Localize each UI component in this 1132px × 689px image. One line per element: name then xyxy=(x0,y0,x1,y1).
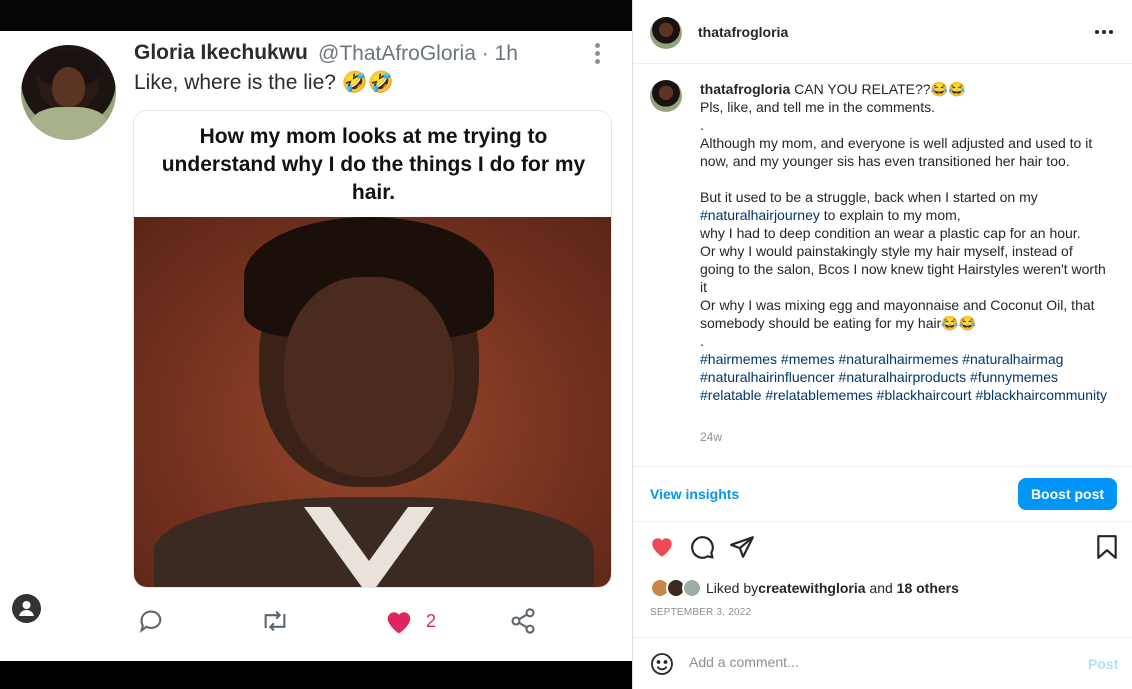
comment-icon[interactable] xyxy=(689,534,715,560)
share-icon xyxy=(509,603,537,639)
tweet-handle: @ThatAfroGloria · 1h xyxy=(318,42,518,65)
caption-line: Although my mom, and everyone is well ad… xyxy=(700,135,1093,169)
liked-by-others[interactable]: 18 others xyxy=(897,580,959,596)
liked-by-row: Liked by createwithgloria and 18 others xyxy=(650,577,959,599)
caption-line: Or why I would painstakingly style my ha… xyxy=(700,243,1106,295)
caption-line: . xyxy=(700,333,704,349)
liked-by-prefix: Liked by xyxy=(706,580,759,596)
like-heart-icon[interactable] xyxy=(649,534,675,560)
post-media: Gloria Ikechukwu @ThatAfroGloria · 1h Li… xyxy=(0,0,632,689)
comment-box: Post xyxy=(633,637,1132,689)
post-date: SEPTEMBER 3, 2022 xyxy=(650,607,752,618)
more-options-icon[interactable] xyxy=(1095,24,1115,40)
meme-photo xyxy=(134,217,611,587)
save-bookmark-icon[interactable] xyxy=(1095,534,1121,560)
view-insights-link[interactable]: View insights xyxy=(650,486,739,502)
liked-by-user[interactable]: createwithgloria xyxy=(758,580,865,596)
meme-image: How my mom looks at me trying to underst… xyxy=(133,110,612,588)
tweet-avatar xyxy=(21,45,116,140)
more-icon xyxy=(590,43,604,67)
tweet-text: Like, where is the lie? 🤣🤣 xyxy=(134,71,395,94)
tweet-screenshot: Gloria Ikechukwu @ThatAfroGloria · 1h Li… xyxy=(0,31,632,661)
comment-input[interactable] xyxy=(689,654,1049,670)
caption-line: why I had to deep condition an wear a pl… xyxy=(700,225,1081,241)
header-username[interactable]: thatafrogloria xyxy=(698,24,788,40)
screen: Gloria Ikechukwu @ThatAfroGloria · 1h Li… xyxy=(0,0,1132,689)
caption-line: But it used to be a struggle, back when … xyxy=(700,189,1038,205)
caption-line: Or why I was mixing egg and mayonnaise a… xyxy=(700,297,1095,331)
post-comment-button[interactable]: Post xyxy=(1088,656,1118,672)
meme-caption: How my mom looks at me trying to underst… xyxy=(134,111,611,217)
caption-line: CAN YOU RELATE??😂😂 xyxy=(794,81,966,97)
header-avatar[interactable] xyxy=(650,17,682,49)
user-tag-icon[interactable] xyxy=(12,594,41,623)
tweet-author-name: Gloria Ikechukwu xyxy=(134,41,308,64)
caption-username[interactable]: thatafrogloria xyxy=(700,81,790,97)
hashtag-link[interactable]: #naturalhairjourney xyxy=(700,207,820,223)
hashtags[interactable]: #hairmemes #memes #naturalhairmemes #nat… xyxy=(700,350,1110,404)
caption-line: to explain to my mom, xyxy=(819,207,961,223)
emoji-icon[interactable] xyxy=(650,652,674,676)
post-age[interactable]: 24w xyxy=(700,430,722,444)
liked-by-mid: and xyxy=(865,580,897,596)
liker-avatars[interactable] xyxy=(650,578,702,598)
caption-line: Pls, like, and tell me in the comments. xyxy=(700,99,935,115)
share-send-icon[interactable] xyxy=(729,534,755,560)
like-icon: 2 xyxy=(384,603,436,639)
insights-bar: View insights Boost post xyxy=(633,466,1132,522)
post-caption: thatafrogloria CAN YOU RELATE??😂😂 Pls, l… xyxy=(700,80,1110,404)
caption-line: . xyxy=(700,117,704,133)
reply-icon xyxy=(137,603,165,639)
boost-post-button[interactable]: Boost post xyxy=(1018,478,1117,510)
like-count: 2 xyxy=(426,610,437,631)
tweet-actions: 2 xyxy=(0,603,632,643)
caption-avatar[interactable] xyxy=(650,80,682,112)
media-top-strip xyxy=(0,0,632,31)
post-details-panel: thatafrogloria thatafrogloria CAN YOU RE… xyxy=(632,0,1132,689)
post-actions xyxy=(633,530,1132,564)
post-header: thatafrogloria xyxy=(633,0,1132,64)
retweet-icon xyxy=(258,603,292,639)
